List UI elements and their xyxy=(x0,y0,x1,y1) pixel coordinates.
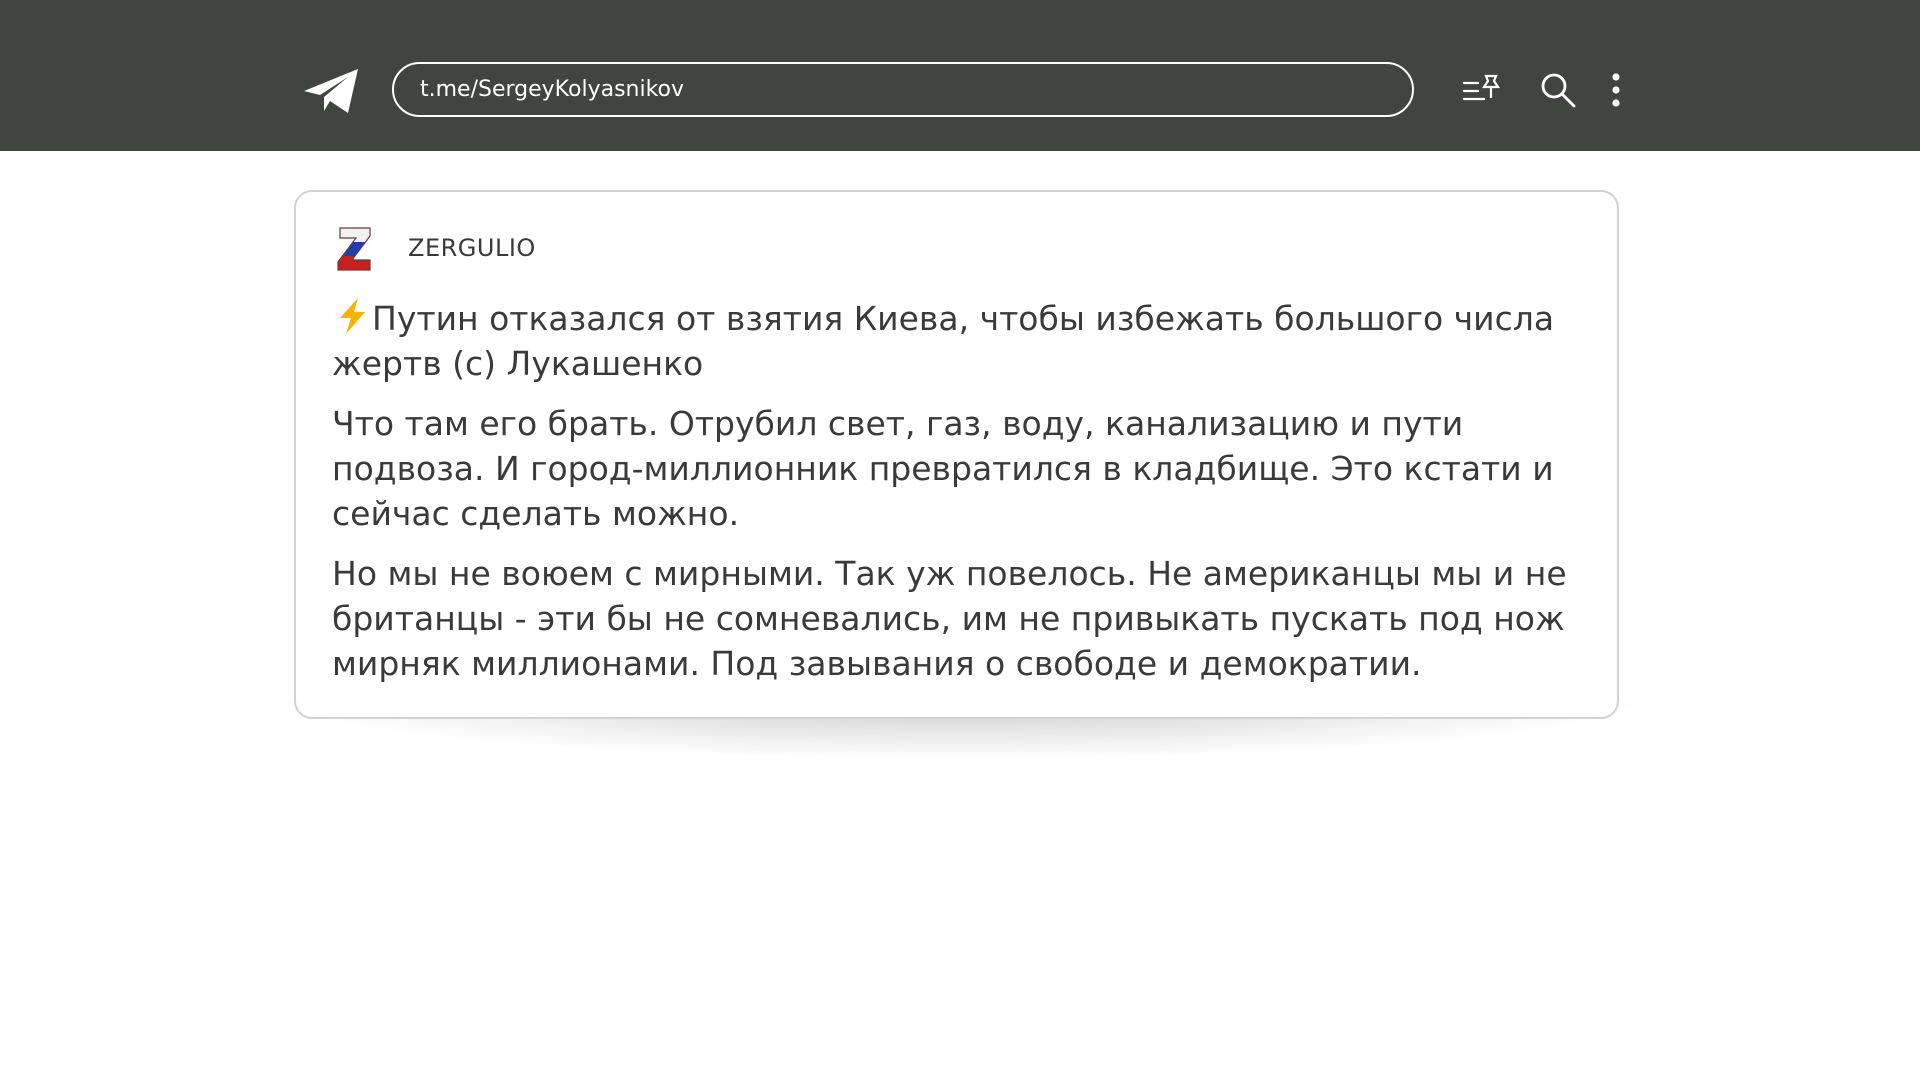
pinned-list-icon[interactable] xyxy=(1462,73,1502,107)
post-card: ZERGULIO Путин отказался от взятия Киева… xyxy=(294,190,1619,719)
search-icon[interactable] xyxy=(1540,72,1576,108)
telegram-logo-icon[interactable] xyxy=(302,67,360,115)
url-bar[interactable] xyxy=(392,62,1414,117)
z-letter-tricolor-icon[interactable] xyxy=(336,222,374,274)
post-paragraph: Что там его брать. Отрубил свет, газ, во… xyxy=(332,404,1554,533)
lightning-bolt-icon xyxy=(340,298,365,334)
post-paragraph-text: Путин отказался от взятия Киева, чтобы и… xyxy=(332,299,1555,383)
post-paragraph: Но мы не воюем с мирными. Так уж повелос… xyxy=(332,554,1567,683)
channel-name[interactable]: ZERGULIO xyxy=(408,234,536,262)
post-text: Путин отказался от взятия Киева, чтобы и… xyxy=(332,296,1597,701)
more-vertical-icon[interactable] xyxy=(1606,72,1626,108)
top-bar xyxy=(0,0,1920,151)
post-paragraph: Путин отказался от взятия Киева, чтобы и… xyxy=(332,296,1597,386)
